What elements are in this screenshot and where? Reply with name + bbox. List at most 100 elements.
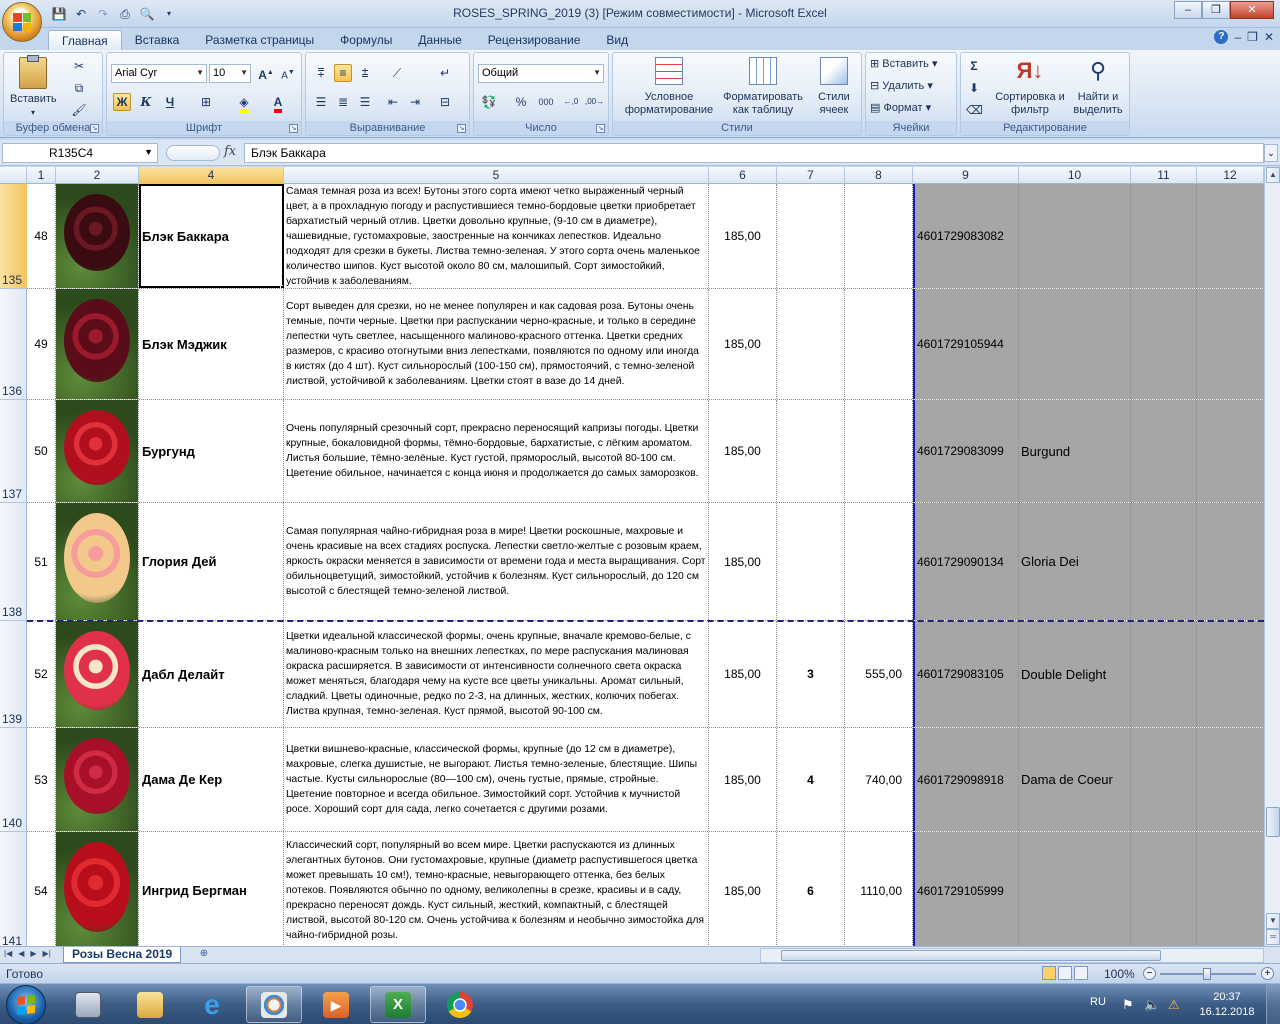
cell-empty[interactable] [1197,728,1264,831]
vertical-scroll-thumb[interactable] [1266,807,1280,837]
increase-decimal-icon[interactable]: ←,0 [562,93,580,111]
cell-number[interactable]: 53 [27,728,56,831]
align-top-icon[interactable]: ⩱ [312,64,330,82]
split-box-icon[interactable]: ═ [1266,929,1280,945]
cell-rose-photo[interactable] [56,728,139,831]
tab-review[interactable]: Рецензирование [475,30,594,52]
cell-number[interactable]: 54 [27,832,56,946]
row-header[interactable]: 140 [0,728,27,832]
zoom-slider-thumb[interactable] [1203,968,1211,980]
format-painter-icon[interactable]: 🖌 [70,101,88,119]
help-icon[interactable]: ? [1214,30,1229,44]
cell-quantity[interactable]: 6 [777,832,845,946]
cell-price[interactable]: 185,00 [709,503,777,620]
row-header[interactable]: 138 [0,503,27,621]
cell-description[interactable]: Самая темная роза из всех! Бутоны этого … [284,184,709,288]
cell-latin-name[interactable]: Double Delight [1019,621,1131,727]
format-cells-button[interactable]: ▤ Формат ▾ [870,102,931,115]
cell-price[interactable]: 185,00 [709,400,777,502]
taskbar-explorer[interactable] [122,986,178,1023]
row-header[interactable]: 139 [0,621,27,728]
minimize-button[interactable]: – [1174,1,1202,19]
grow-font-icon[interactable]: A▲ [257,64,275,82]
cell-sum[interactable] [845,289,913,399]
cell-variety-name[interactable]: Глория Дей [139,503,284,620]
cell-rose-photo[interactable] [56,184,139,288]
cell-rose-photo[interactable] [56,400,139,502]
cell-variety-name[interactable]: Дабл Делайт [139,621,284,727]
tab-home[interactable]: Главная [48,30,122,52]
zoom-in-icon[interactable]: + [1261,967,1274,980]
formula-bar-resize-handle[interactable] [166,145,220,161]
office-button[interactable] [2,2,42,42]
cut-icon[interactable]: ✂ [70,57,88,75]
cell-quantity[interactable] [777,184,845,288]
cell-styles-button[interactable]: Стили ячеек [809,57,859,117]
column-header[interactable]: 7 [777,167,845,184]
cell-variety-name[interactable]: Дама Де Кер [139,728,284,831]
cell-sum[interactable] [845,400,913,502]
cell-number[interactable]: 49 [27,289,56,399]
thousands-button[interactable]: 000 [534,93,558,111]
cell-barcode[interactable]: 4601729105999 [913,832,1019,946]
cell-price[interactable]: 185,00 [709,184,777,288]
select-all-corner[interactable] [0,167,27,184]
taskbar-media-player[interactable]: ▶ [308,986,364,1023]
ribbon-close-icon[interactable]: ✕ [1264,30,1274,44]
column-header[interactable]: 2 [56,167,139,184]
restore-button[interactable]: ❐ [1202,1,1230,19]
delete-cells-button[interactable]: ⊟ Удалить ▾ [870,80,933,93]
borders-icon[interactable]: ⊞ [197,93,215,111]
cell-barcode[interactable]: 4601729105944 [913,289,1019,399]
font-size-select[interactable]: 10 ▼ [209,64,251,83]
cell-barcode[interactable]: 4601729083082 [913,184,1019,288]
tab-insert[interactable]: Вставка [122,30,193,52]
cell-rose-photo[interactable] [56,621,139,727]
cell-price[interactable]: 185,00 [709,832,777,946]
last-sheet-icon[interactable]: ▶| [43,949,51,958]
fill-icon[interactable]: ⬇ [965,79,983,97]
column-header[interactable]: 4 [139,167,284,184]
column-header[interactable]: 12 [1197,167,1264,184]
clipboard-launcher-icon[interactable]: ↘ [90,124,99,133]
ribbon-restore-icon[interactable]: ❐ [1247,30,1258,44]
font-family-select[interactable]: Arial Cyr ▼ [111,64,207,83]
tab-data[interactable]: Данные [405,30,474,52]
tray-flag-icon[interactable]: ⚑ [1122,997,1134,1013]
conditional-formatting-button[interactable]: Условное форматирование [615,57,723,117]
name-box[interactable]: R135C4 ▼ [2,143,158,163]
column-header[interactable]: 6 [709,167,777,184]
cell-price[interactable]: 185,00 [709,621,777,727]
alignment-launcher-icon[interactable]: ↘ [457,124,466,133]
align-middle-icon[interactable]: ≡ [334,64,352,82]
cell-empty[interactable] [1197,503,1264,620]
cell-number[interactable]: 51 [27,503,56,620]
ribbon-minimize-icon[interactable]: – [1234,30,1241,44]
scroll-down-icon[interactable]: ▼ [1266,913,1280,929]
zoom-out-icon[interactable]: − [1143,967,1156,980]
cell-barcode[interactable]: 4601729083099 [913,400,1019,502]
column-header[interactable]: 11 [1131,167,1197,184]
cell-empty[interactable] [1131,289,1197,399]
percent-button[interactable]: % [512,93,530,111]
fill-color-icon[interactable]: ◈ [235,93,253,113]
row-header[interactable]: 135 [0,184,27,289]
first-sheet-icon[interactable]: |◀ [4,949,12,958]
tray-network-icon[interactable]: ⚠ [1168,997,1180,1013]
cell-empty[interactable] [1131,503,1197,620]
number-format-select[interactable]: Общий ▼ [478,64,604,83]
tray-volume-icon[interactable]: 🔈 [1144,997,1160,1013]
cell-quantity[interactable] [777,400,845,502]
close-button[interactable]: ✕ [1230,1,1274,19]
cell-sum[interactable]: 740,00 [845,728,913,831]
cell-latin-name[interactable] [1019,289,1131,399]
spreadsheet-grid[interactable]: 1 2 4 5 6 7 8 9 10 11 12 135 136 137 138 139 140 141 48 Б… [0,167,1264,946]
taskbar-paint[interactable] [246,986,302,1023]
orientation-icon[interactable]: ⟋ [388,64,406,82]
cell-description[interactable]: Сорт выведен для срезки, но не менее поп… [284,289,709,399]
cell-variety-name[interactable]: Блэк Баккара [139,184,284,288]
cell-quantity[interactable]: 3 [777,621,845,727]
cell-sum[interactable]: 555,00 [845,621,913,727]
cell-rose-photo[interactable] [56,289,139,399]
align-right-icon[interactable]: ☰ [356,93,374,111]
